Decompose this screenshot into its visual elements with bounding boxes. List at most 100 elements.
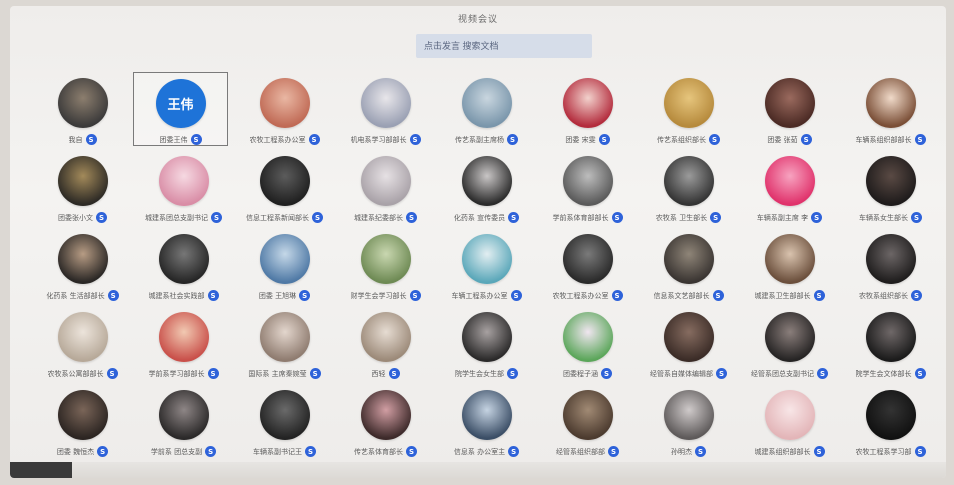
participant-tile[interactable]: 农牧工程系办公室 S xyxy=(537,228,638,306)
participant-tile[interactable]: 学前系 团总支副 S xyxy=(133,384,234,462)
participant-label-row: 信息系 办公室主 S xyxy=(453,446,520,457)
participant-tile[interactable]: 孙明杰 S xyxy=(638,384,739,462)
avatar xyxy=(865,78,916,128)
participant-tile[interactable]: 团委张小文 S xyxy=(32,150,133,228)
participant-tile[interactable]: 农牧系公寓部部长 S xyxy=(32,306,133,384)
participant-status-icon: S xyxy=(911,290,922,301)
participant-grid: 我自 S 王伟 团委王伟 S 农牧工程系办公室 S 机电系学习部部长 S 传艺系副主席杨 S 团委 宋… xyxy=(32,72,942,462)
participant-tile[interactable]: 车辆工程系办公室 S xyxy=(436,228,537,306)
participant-tile[interactable]: 财学生会学习部长 S xyxy=(335,228,436,306)
avatar xyxy=(663,390,714,440)
participant-status-icon: S xyxy=(508,446,520,457)
avatar xyxy=(461,234,512,284)
participant-tile[interactable]: 经管系自媒体编辑部 S xyxy=(638,306,739,384)
participant-tile[interactable]: 农牧系 卫生部长 S xyxy=(638,150,739,228)
participant-tile[interactable]: 城建系卫生部部长 S xyxy=(739,228,840,306)
participant-status-icon: S xyxy=(107,290,119,301)
participant-tile[interactable]: 信息系 办公室主 S xyxy=(436,384,537,462)
avatar xyxy=(562,312,613,362)
participant-label-row: 团委 魏恒杰 S xyxy=(56,446,109,457)
participant-name: 城建系卫生部部长 xyxy=(754,291,811,300)
participant-tile[interactable]: 农牧工程系办公室 S xyxy=(234,72,335,150)
participant-tile[interactable]: 学前系体育部部长 S xyxy=(537,150,638,228)
participant-tile[interactable]: 信息工程系新闻部长 S xyxy=(234,150,335,228)
participant-name: 车辆系副主席 李 xyxy=(756,213,809,222)
participant-tile[interactable]: 团委 王旭琳 S xyxy=(234,228,335,306)
participant-name: 团委 魏恒杰 xyxy=(56,447,95,456)
participant-tile[interactable]: 城建系组织部部长 S xyxy=(739,384,840,462)
participant-tile[interactable]: 团委程子涵 S xyxy=(537,306,638,384)
participant-name: 信息工程系新闻部长 xyxy=(246,213,309,222)
participant-tile[interactable]: 传艺系副主席杨 S xyxy=(436,72,537,150)
participant-label-row: 孙明杰 S xyxy=(671,446,706,457)
avatar xyxy=(259,78,310,128)
participant-tile[interactable]: 传艺系组织部长 S xyxy=(638,72,739,150)
participant-tile[interactable]: 院学生会女生部 S xyxy=(436,306,537,384)
avatar xyxy=(57,234,108,284)
participant-tile[interactable]: 学前系学习部部长 S xyxy=(133,306,234,384)
avatar xyxy=(764,234,815,284)
avatar xyxy=(663,156,714,206)
participant-label-row: 信息系文艺部部长 S xyxy=(654,290,724,301)
participant-tile[interactable]: 车辆系副书记王 S xyxy=(234,384,335,462)
participant-tile[interactable]: 信息系文艺部部长 S xyxy=(638,228,739,306)
participant-status-icon: S xyxy=(309,368,321,379)
participant-name: 城建系团总支副书记 xyxy=(145,213,208,222)
participant-tile[interactable]: 车辆系副主席 李S xyxy=(739,150,840,228)
participant-status-icon: S xyxy=(312,212,323,223)
participant-tile[interactable]: 西轻 S xyxy=(335,306,436,384)
search-input[interactable] xyxy=(416,34,592,58)
participant-name: 车辆系副书记王 xyxy=(253,447,302,456)
participant-status-icon: S xyxy=(601,368,612,379)
participant-tile[interactable]: 我自 S xyxy=(32,72,133,150)
bottom-left-tab[interactable] xyxy=(10,462,72,478)
participant-tile[interactable]: 国际系 主席秦婉莹 S xyxy=(234,306,335,384)
participant-tile[interactable]: 城建系团总支副书记 S xyxy=(133,150,234,228)
avatar xyxy=(57,78,108,128)
participant-tile[interactable]: 机电系学习部部长 S xyxy=(335,72,436,150)
participant-tile[interactable]: 化药系 宣传委员 S xyxy=(436,150,537,228)
participant-tile[interactable]: 王伟 团委王伟 S xyxy=(133,72,228,146)
avatar xyxy=(461,390,512,440)
participant-name: 传艺系组织部长 xyxy=(657,135,706,144)
participant-name: 学前系体育部部长 xyxy=(552,213,609,222)
participant-name: 团委张小文 xyxy=(58,213,93,222)
participant-tile[interactable]: 化药系 生活部部长 S xyxy=(32,228,133,306)
participant-name: 孙明杰 xyxy=(671,447,692,456)
participant-status-icon: S xyxy=(106,368,118,379)
participant-label-row: 车辆系女生部长 S xyxy=(859,212,922,223)
participant-tile[interactable]: 经管系团总支副书记 S xyxy=(739,306,840,384)
participant-status-icon: S xyxy=(85,134,97,145)
participant-label-row: 院学生会女生部 S xyxy=(455,368,518,379)
participant-tile[interactable]: 农牧系组织部长 S xyxy=(840,228,941,306)
participant-status-icon: S xyxy=(96,212,107,223)
participant-tile[interactable]: 团委 张茹 S xyxy=(739,72,840,150)
participant-tile[interactable]: 院学生会文体部长 S xyxy=(840,306,941,384)
participant-tile[interactable]: 传艺系体育部长 S xyxy=(335,384,436,462)
participant-name: 信息系 办公室主 xyxy=(453,447,506,456)
participant-tile[interactable]: 车辆系女生部长 S xyxy=(840,150,941,228)
participant-tile[interactable]: 城建系社会实践部 S xyxy=(133,228,234,306)
participant-tile[interactable]: 团委 宋雯 S xyxy=(537,72,638,150)
participant-tile[interactable]: 团委 魏恒杰 S xyxy=(32,384,133,462)
participant-status-icon: S xyxy=(207,290,219,301)
participant-label-row: 车辆工程系办公室 S xyxy=(452,290,522,301)
avatar xyxy=(360,78,411,128)
avatar xyxy=(663,78,714,128)
participant-label-row: 团委张小文 S xyxy=(58,212,107,223)
participant-status-icon: S xyxy=(211,212,222,223)
participant-tile[interactable]: 车辆系组织部部长 S xyxy=(840,72,941,150)
participant-tile[interactable]: 城建系纪委部长 S xyxy=(335,150,436,228)
participant-name: 团委 宋雯 xyxy=(565,135,596,144)
participant-label-row: 化药系 宣传委员 S xyxy=(454,212,520,223)
participant-name: 学前系 团总支副 xyxy=(150,447,203,456)
participant-tile[interactable]: 经管系组织部部 S xyxy=(537,384,638,462)
participant-status-icon: S xyxy=(709,134,720,145)
avatar xyxy=(259,312,310,362)
avatar xyxy=(158,234,209,284)
participant-tile[interactable]: 农牧工程系学习部 S xyxy=(840,384,941,462)
avatar xyxy=(360,390,411,440)
participant-name: 城建系纪委部长 xyxy=(354,213,403,222)
participant-name: 团委 王旭琳 xyxy=(258,291,297,300)
participant-status-icon: S xyxy=(611,212,623,223)
